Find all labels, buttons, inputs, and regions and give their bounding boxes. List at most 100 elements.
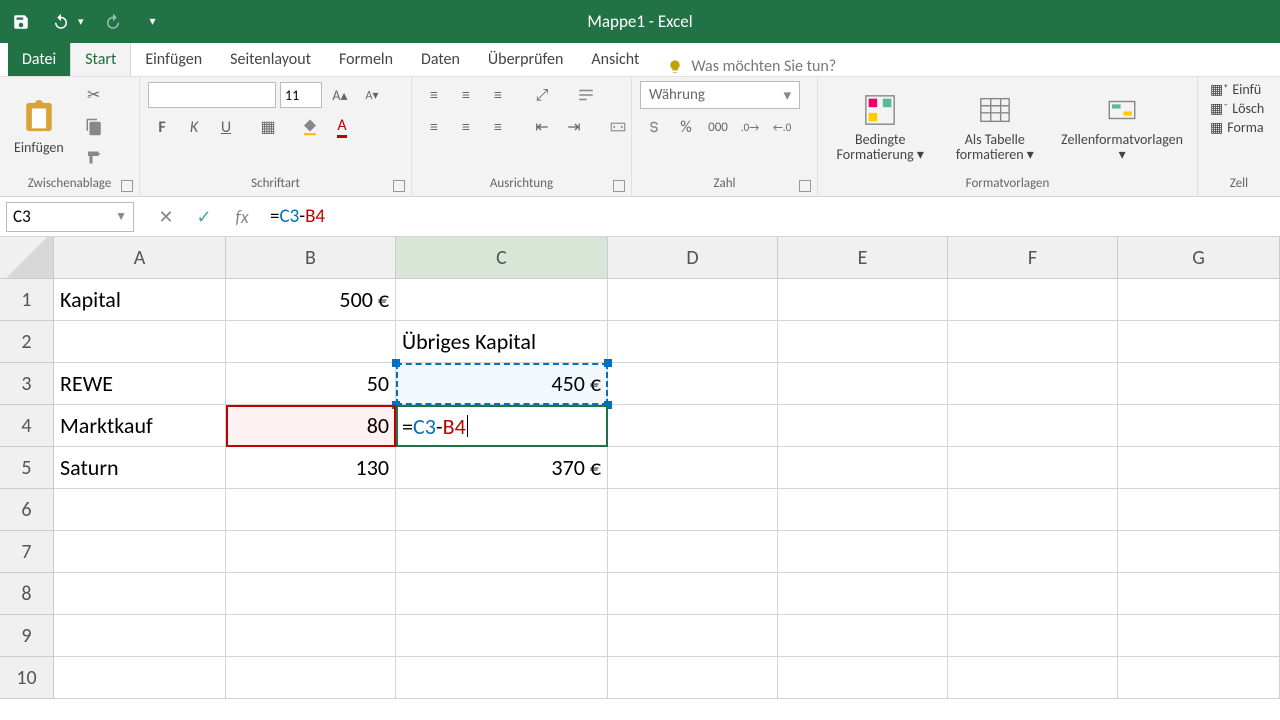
cut-icon[interactable]: ✂ xyxy=(80,81,108,109)
launcher-icon[interactable] xyxy=(799,180,811,192)
qat-customize-icon[interactable]: ▾ xyxy=(142,11,164,33)
launcher-icon[interactable] xyxy=(613,180,625,192)
cell[interactable] xyxy=(608,573,778,615)
cell[interactable] xyxy=(396,657,608,699)
paste-button[interactable]: Einfügen xyxy=(8,97,70,158)
row-header-9[interactable]: 9 xyxy=(0,615,54,657)
tell-me-search[interactable]: Was möchten Sie tun? xyxy=(667,57,836,76)
tab-start[interactable]: Start xyxy=(70,41,131,76)
cell[interactable] xyxy=(226,657,396,699)
tab-pagelayout[interactable]: Seitenlayout xyxy=(216,42,325,76)
cell[interactable] xyxy=(778,615,948,657)
cell[interactable] xyxy=(396,489,608,531)
range-handle[interactable] xyxy=(604,359,612,367)
cell-F1[interactable] xyxy=(948,279,1118,321)
cell-F5[interactable] xyxy=(948,447,1118,489)
decrease-decimal-icon[interactable]: ←.0 xyxy=(768,113,796,141)
col-header-E[interactable]: E xyxy=(778,237,948,279)
fx-icon[interactable]: fx xyxy=(228,203,256,231)
cell[interactable] xyxy=(226,489,396,531)
cell[interactable] xyxy=(54,615,226,657)
cell-D3[interactable] xyxy=(608,363,778,405)
align-center-icon[interactable]: ≡ xyxy=(452,113,480,141)
row-header-4[interactable]: 4 xyxy=(0,405,54,447)
cell-F2[interactable] xyxy=(948,321,1118,363)
cell-D4[interactable] xyxy=(608,405,778,447)
cell[interactable] xyxy=(948,489,1118,531)
font-family-combo[interactable] xyxy=(148,82,276,108)
merge-center-icon[interactable] xyxy=(604,113,632,141)
cell-G3[interactable] xyxy=(1118,363,1280,405)
cell[interactable] xyxy=(1118,531,1280,573)
insert-cells-icon[interactable]: ▦⁺ xyxy=(1210,81,1228,98)
align-top-icon[interactable]: ≡ xyxy=(420,81,448,109)
wrap-text-icon[interactable] xyxy=(572,81,600,109)
launcher-icon[interactable] xyxy=(121,180,133,192)
cell[interactable] xyxy=(1118,489,1280,531)
underline-button[interactable]: U xyxy=(212,113,240,141)
cell[interactable] xyxy=(226,573,396,615)
tab-file[interactable]: Datei xyxy=(8,42,70,76)
increase-decimal-icon[interactable]: .0→ xyxy=(736,113,764,141)
italic-button[interactable]: K xyxy=(180,113,208,141)
cell[interactable] xyxy=(1118,615,1280,657)
cell[interactable] xyxy=(226,531,396,573)
cell[interactable] xyxy=(54,573,226,615)
cell[interactable] xyxy=(1118,573,1280,615)
cell-F3[interactable] xyxy=(948,363,1118,405)
cell[interactable] xyxy=(778,573,948,615)
cell-E5[interactable] xyxy=(778,447,948,489)
font-color-icon[interactable]: A xyxy=(328,113,356,141)
format-cells-icon[interactable]: ▦ xyxy=(1210,119,1223,136)
col-header-G[interactable]: G xyxy=(1118,237,1280,279)
cell-G4[interactable] xyxy=(1118,405,1280,447)
align-bottom-icon[interactable]: ≡ xyxy=(484,81,512,109)
cell-C5[interactable]: 370 € xyxy=(396,447,608,489)
format-painter-icon[interactable] xyxy=(80,145,108,173)
cell[interactable] xyxy=(396,531,608,573)
row-header-3[interactable]: 3 xyxy=(0,363,54,405)
formula-input[interactable]: =C3-B4 xyxy=(256,205,1280,228)
undo-icon[interactable] xyxy=(50,11,72,33)
row-header-1[interactable]: 1 xyxy=(0,279,54,321)
cell-F4[interactable] xyxy=(948,405,1118,447)
tab-view[interactable]: Ansicht xyxy=(577,42,653,76)
col-header-B[interactable]: B xyxy=(226,237,396,279)
tab-insert[interactable]: Einfügen xyxy=(131,42,216,76)
row-header-8[interactable]: 8 xyxy=(0,573,54,615)
orientation-icon[interactable]: ⤢ xyxy=(528,81,556,109)
range-handle[interactable] xyxy=(392,401,400,409)
number-format-combo[interactable]: Währung▾ xyxy=(640,81,800,109)
col-header-D[interactable]: D xyxy=(608,237,778,279)
enter-icon[interactable]: ✓ xyxy=(190,203,218,231)
cell[interactable] xyxy=(54,489,226,531)
tab-data[interactable]: Daten xyxy=(407,42,474,76)
cell-A3[interactable]: REWE xyxy=(54,363,226,405)
cell[interactable] xyxy=(608,657,778,699)
row-header-5[interactable]: 5 xyxy=(0,447,54,489)
select-all-button[interactable] xyxy=(0,237,54,279)
cell[interactable] xyxy=(948,657,1118,699)
cell-B3[interactable]: 50 xyxy=(226,363,396,405)
cell[interactable] xyxy=(1118,657,1280,699)
align-middle-icon[interactable]: ≡ xyxy=(452,81,480,109)
cell-D1[interactable] xyxy=(608,279,778,321)
redo-icon[interactable] xyxy=(102,11,124,33)
bold-button[interactable]: F xyxy=(148,113,176,141)
cell[interactable] xyxy=(396,573,608,615)
row-header-6[interactable]: 6 xyxy=(0,489,54,531)
cell[interactable] xyxy=(54,531,226,573)
cell[interactable] xyxy=(608,615,778,657)
cell-A2[interactable] xyxy=(54,321,226,363)
name-box[interactable]: C3▼ xyxy=(6,202,134,232)
fill-color-icon[interactable] xyxy=(296,113,324,141)
range-handle[interactable] xyxy=(392,359,400,367)
copy-icon[interactable] xyxy=(80,113,108,141)
align-right-icon[interactable]: ≡ xyxy=(484,113,512,141)
tab-formulas[interactable]: Formeln xyxy=(325,42,407,76)
cell-G1[interactable] xyxy=(1118,279,1280,321)
save-icon[interactable] xyxy=(10,11,32,33)
cell-B1[interactable]: 500 € xyxy=(226,279,396,321)
cell[interactable] xyxy=(778,489,948,531)
cell-A4[interactable]: Marktkauf xyxy=(54,405,226,447)
